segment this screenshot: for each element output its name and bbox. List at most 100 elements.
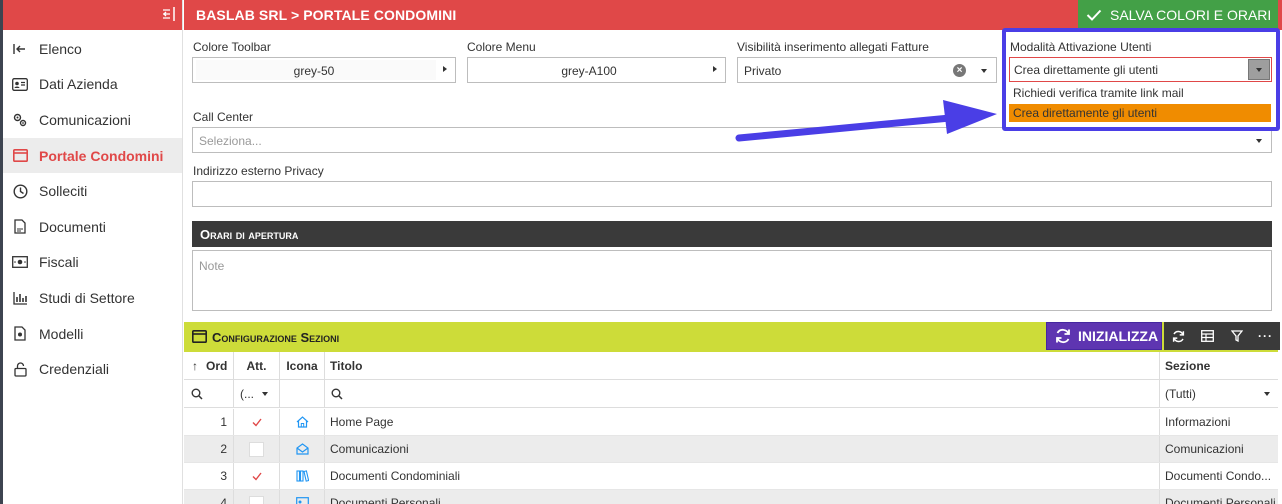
sidebar-item-label: Documenti [39,218,106,235]
sezione-cell: Comunicazioni [1165,442,1244,456]
sidebar-item-label: Elenco [39,40,82,57]
save-button-label: SALVA COLORI E ORARI [1110,7,1272,23]
envelope-open-icon [295,443,309,455]
sezione-cell: Informazioni [1165,415,1231,429]
columns-button[interactable] [1193,322,1222,350]
ellipsis-icon: ··· [1258,329,1273,343]
call-center-label: Call Center [193,110,254,124]
att-cell[interactable] [234,463,280,489]
refresh-icon [1172,330,1185,342]
option-verifica-link[interactable]: Richiedi verifica tramite link mail [1009,84,1271,102]
note-placeholder: Note [199,259,225,273]
sidebar-item-modelli[interactable]: Modelli [3,316,182,352]
sidebar-item-label: Studi di Settore [39,289,135,306]
sidebar-item-portale-condomini[interactable]: Portale Condomini [3,137,182,174]
colore-toolbar-label: Colore Toolbar [193,40,271,54]
home-icon [296,416,308,428]
search-icon [191,388,203,400]
sezione-filter[interactable]: (Tutti) [1160,380,1278,407]
annotation-arrow [735,100,997,142]
sidebar-item-elenco[interactable]: Elenco [3,31,182,67]
chevron-down-icon[interactable] [1256,139,1262,143]
save-colors-hours-button[interactable]: SALVA COLORI E ORARI [1078,0,1278,30]
sidebar-item-label: Comunicazioni [39,111,131,128]
sidebar-item-solleciti[interactable]: Solleciti [3,173,182,209]
colore-menu-value: grey-A100 [561,64,617,78]
sidebar-item-credenziali[interactable]: Credenziali [3,351,182,387]
att-cell[interactable] [234,436,280,462]
column-sezione[interactable]: Sezione [1160,352,1278,379]
modalita-label: Modalità Attivazione Utenti [1010,40,1152,54]
column-ord[interactable]: ↑ Ord [184,352,234,379]
chevron-right-icon [443,66,447,72]
table-row[interactable]: 2 Comunicazioni Comunicazioni [184,436,1278,463]
filter-icon [1230,330,1243,342]
column-titolo-label: Titolo [330,358,363,373]
chevron-down-icon [1256,68,1262,72]
privacy-url-input[interactable] [192,181,1272,207]
inizializza-button[interactable]: INIZIALIZZA [1046,322,1162,350]
titolo-cell: Documenti Condominiali [325,463,1160,489]
refresh-icon [1056,328,1070,344]
id-badge-icon [295,497,309,504]
sezione-filter-value: (Tutti) [1165,386,1196,401]
column-att-label: Att. [246,358,267,373]
icona-cell [280,436,325,462]
ord-cell: 1 [184,409,234,435]
checkbox[interactable] [249,441,264,457]
inizializza-label: INIZIALIZZA [1078,328,1159,344]
top-toolbar: BASLAB SRL > PORTALE CONDOMINI SALVA COL… [184,0,1282,30]
sidebar-item-studi-di-settore[interactable]: Studi di Settore [3,280,182,316]
clear-icon[interactable]: × [953,64,966,77]
sidebar: Elenco Dati Azienda Comunicazioni Portal… [3,0,183,504]
more-options-button[interactable]: ··· [1251,322,1280,350]
ord-cell: 2 [184,436,234,462]
sidebar-item-label: Dati Azienda [39,76,118,93]
chevron-down-icon[interactable] [981,69,987,73]
modalita-value: Crea direttamente gli utenti [1014,63,1159,77]
sidebar-item-comunicazioni[interactable]: Comunicazioni [3,102,182,138]
titolo-cell: Documenti Personali [325,490,1160,504]
ord-cell: 3 [184,463,234,489]
modalita-select[interactable]: Crea direttamente gli utenti [1009,57,1272,82]
column-titolo[interactable]: Titolo [325,352,1160,379]
column-sezione-label: Sezione [1165,358,1211,373]
att-cell[interactable] [234,409,280,435]
table-row[interactable]: 1 Home Page Informazioni [184,409,1278,436]
sidebar-item-fiscali[interactable]: Fiscali [3,245,182,281]
table-row[interactable]: 4 Documenti Personali Documenti Personal… [184,490,1278,504]
chevron-right-icon [713,66,717,72]
visibilita-select[interactable]: Privato × [737,57,997,83]
ord-cell: 4 [184,490,234,504]
sidebar-item-documenti[interactable]: Documenti [3,209,182,245]
colore-menu-select[interactable]: grey-A100 [467,57,726,83]
refresh-grid-button[interactable] [1164,322,1193,350]
table-icon [1201,330,1214,342]
checkbox[interactable] [249,495,264,504]
icona-cell [280,463,325,489]
sidebar-item-dati-azienda[interactable]: Dati Azienda [3,67,182,103]
config-sections-title: Configurazione Sezioni [212,330,340,345]
att-cell[interactable] [234,490,280,504]
titolo-filter[interactable] [325,380,1160,407]
visibilita-label: Visibilità inserimento allegati Fatture [737,40,929,54]
collapse-sidebar-icon[interactable] [162,6,176,22]
note-textarea[interactable]: Note [192,250,1272,311]
sezione-cell: Documenti Condo... [1165,469,1272,483]
filter-button[interactable] [1222,322,1251,350]
titolo-cell: Comunicazioni [325,436,1160,462]
table-row[interactable]: 3 Documenti Condominiali Documenti Condo… [184,463,1278,490]
check-icon [1086,9,1102,21]
books-icon [295,470,309,482]
config-sections-toolbar: Configurazione Sezioni INIZIALIZZA ··· [184,322,1280,352]
ord-filter[interactable] [184,380,234,407]
column-icona[interactable]: Icona [280,352,325,379]
colore-toolbar-select[interactable]: grey-50 [192,57,456,83]
id-card-icon [12,76,28,92]
option-crea-direttamente[interactable]: Crea direttamente gli utenti [1009,104,1271,122]
orari-header: Orari di apertura [192,221,1272,247]
colore-toolbar-value: grey-50 [293,64,335,78]
dropdown-toggle[interactable] [1248,59,1270,80]
att-filter[interactable]: (... [234,380,280,407]
column-att[interactable]: Att. [234,352,280,379]
